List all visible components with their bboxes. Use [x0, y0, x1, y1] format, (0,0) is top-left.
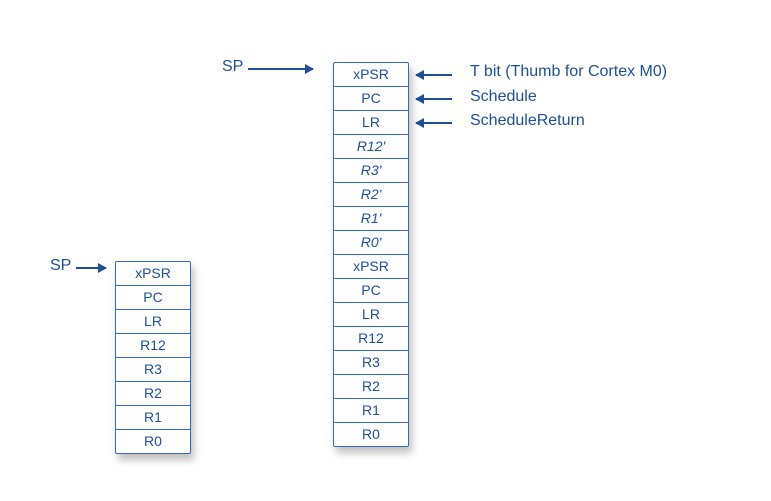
stack-cell-xpsr-top: xPSR: [334, 63, 408, 87]
sp-label-left: SP: [50, 257, 71, 275]
stack-cell-xpsr-bot: xPSR: [334, 255, 408, 279]
stack-cell-pc: PC: [116, 286, 190, 310]
stack-cell-r3: R3: [334, 351, 408, 375]
stack-cell-pc-top: PC: [334, 87, 408, 111]
stack-cell-r1: R1: [334, 399, 408, 423]
arrow-annot-xpsr: [416, 74, 452, 76]
sp-label-right: SP: [222, 58, 243, 76]
arrow-annot-pc: [416, 98, 452, 100]
stack-cell-lr: LR: [116, 310, 190, 334]
stack-cell-pc-bot: PC: [334, 279, 408, 303]
arrow-sp-right: [248, 68, 313, 70]
stack-cell-r12: R12: [116, 334, 190, 358]
stack-cell-r3: R3: [116, 358, 190, 382]
arrow-annot-lr: [416, 122, 452, 124]
stack-cell-r0: R0: [334, 423, 408, 446]
stack-cell-r0p: R0': [334, 231, 408, 255]
stack-cell-r1p: R1': [334, 207, 408, 231]
annotation-lr: ScheduleReturn: [470, 112, 585, 130]
stack-cell-r2p: R2': [334, 183, 408, 207]
right-stack: xPSR PC LR R12' R3' R2' R1' R0' xPSR PC …: [333, 62, 409, 447]
stack-cell-r2: R2: [116, 382, 190, 406]
stack-cell-lr-top: LR: [334, 111, 408, 135]
stack-cell-r1: R1: [116, 406, 190, 430]
stack-cell-r12p: R12': [334, 135, 408, 159]
stack-cell-r12: R12: [334, 327, 408, 351]
stack-cell-r3p: R3': [334, 159, 408, 183]
stack-cell-r0: R0: [116, 430, 190, 453]
stack-cell-r2: R2: [334, 375, 408, 399]
stack-cell-lr-bot: LR: [334, 303, 408, 327]
arrow-sp-left: [76, 267, 106, 269]
annotation-xpsr: T bit (Thumb for Cortex M0): [470, 63, 667, 81]
left-stack: xPSR PC LR R12 R3 R2 R1 R0: [115, 261, 191, 454]
stack-cell-xpsr: xPSR: [116, 262, 190, 286]
annotation-pc: Schedule: [470, 88, 537, 106]
